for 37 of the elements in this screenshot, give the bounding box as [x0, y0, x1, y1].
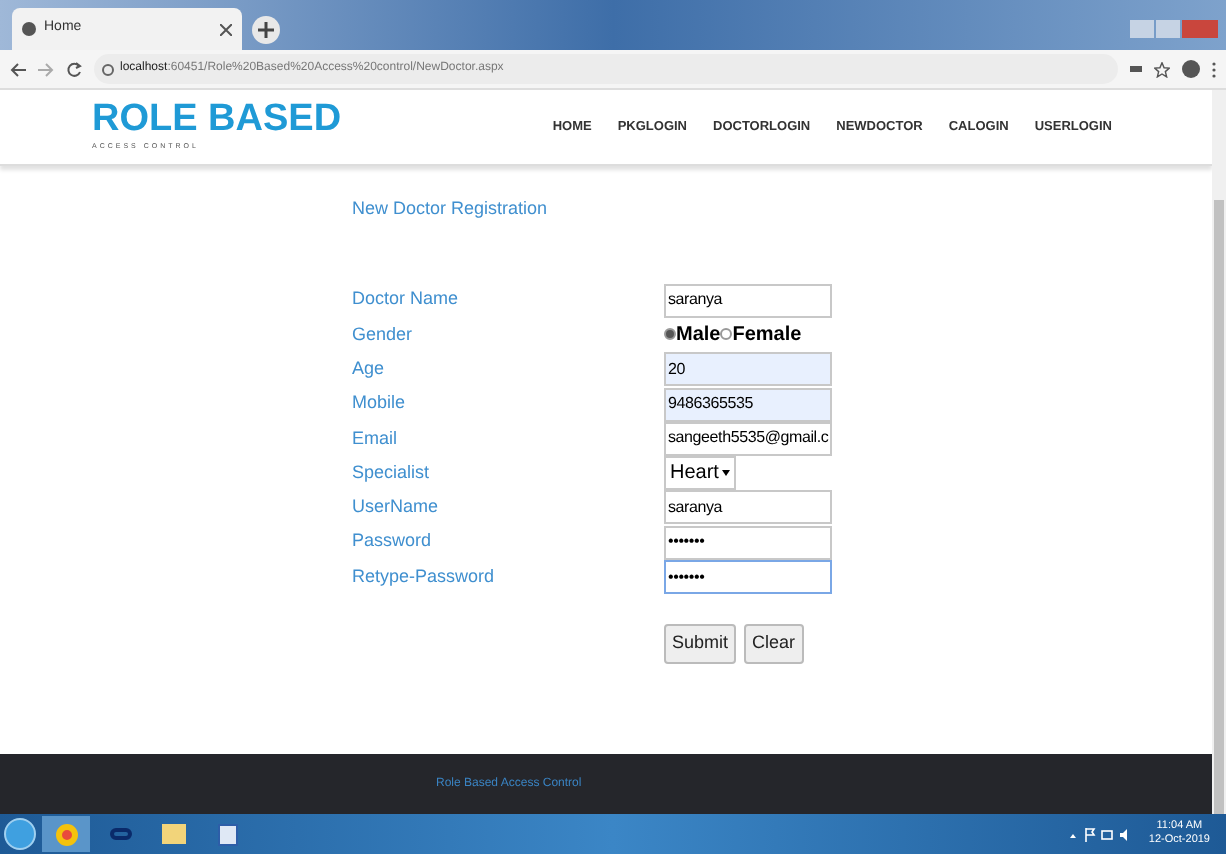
- field-label: UserName: [352, 494, 441, 521]
- close-icon[interactable]: [220, 23, 232, 35]
- radio-label: Male: [676, 321, 721, 350]
- logo-title: ROLE BASED: [92, 100, 342, 139]
- caret-icon: [722, 470, 731, 477]
- field-label: Retype-Password: [352, 563, 497, 590]
- info-icon: [102, 63, 114, 75]
- field-label: Specialist: [352, 459, 432, 486]
- radio-label: Female: [732, 321, 802, 350]
- input-field[interactable]: •••••••: [664, 525, 832, 560]
- radio-button[interactable]: [664, 328, 676, 341]
- input-field[interactable]: 20: [664, 352, 832, 387]
- reload-icon[interactable]: [66, 61, 82, 77]
- field-label: Doctor Name: [352, 286, 461, 313]
- input-field[interactable]: saranya: [664, 490, 832, 525]
- specialist-select[interactable]: Heart: [664, 456, 737, 491]
- form-title: New Doctor Registration: [352, 196, 550, 222]
- input-field[interactable]: 9486365535: [664, 387, 832, 422]
- scrollbar[interactable]: [1212, 90, 1226, 814]
- field-label: Age: [352, 355, 387, 382]
- form-button[interactable]: Submit: [664, 624, 737, 665]
- back-icon[interactable]: [10, 61, 26, 77]
- input-field[interactable]: •••••••: [664, 560, 832, 595]
- field-label: Email: [352, 425, 400, 452]
- input-field[interactable]: saranya: [664, 283, 832, 318]
- avatar-icon[interactable]: [1182, 60, 1200, 78]
- radio-button[interactable]: [720, 328, 733, 341]
- tray-icons[interactable]: [1070, 827, 1131, 841]
- window-controls-icon[interactable]: [1130, 20, 1218, 38]
- new-tab-icon[interactable]: [252, 16, 280, 44]
- start-icon[interactable]: [4, 818, 36, 850]
- input-field[interactable]: sangeeth5535@gmail.c: [664, 421, 832, 456]
- field-label: Password: [352, 528, 434, 555]
- field-label: Mobile: [352, 390, 408, 417]
- field-label: Gender: [352, 321, 415, 348]
- form-button[interactable]: Clear: [744, 624, 804, 665]
- star-icon[interactable]: [1154, 61, 1170, 77]
